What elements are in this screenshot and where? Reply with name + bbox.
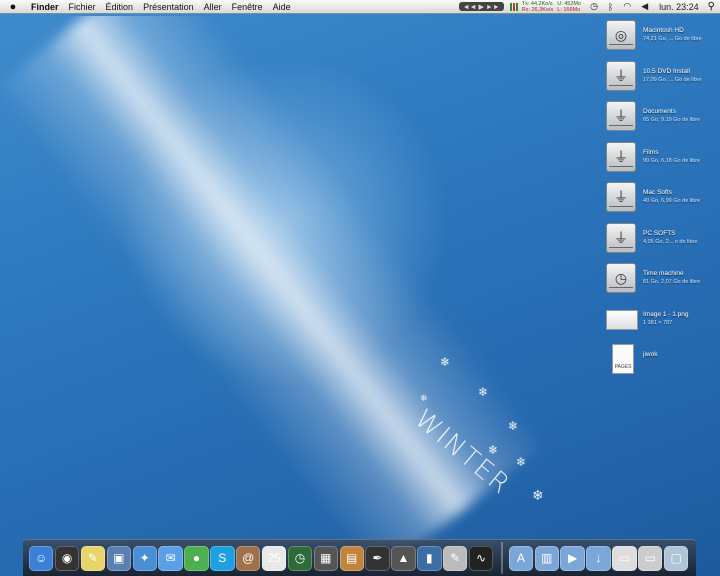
dock-window-stack-icon[interactable]: ▭ — [612, 545, 637, 571]
snowflake-icon: ❄ — [420, 393, 428, 403]
snowflake-icon: ❄ — [488, 443, 499, 457]
desktop-icon[interactable]: ⏚ PC SOFTS 4,05 Go, 2... o de libre — [604, 221, 720, 262]
menu-edition[interactable]: Édition — [101, 2, 139, 12]
dock-screenshot-icon[interactable]: ▭ — [638, 545, 663, 571]
menu-presentation[interactable]: Présentation — [138, 2, 199, 12]
time-machine-menu-icon[interactable]: ◷ — [585, 1, 603, 12]
desktop-icon-label: Time machine — [643, 270, 684, 277]
media-controls[interactable]: ◄◄ ▶ ►► — [458, 2, 504, 11]
desktop-icon-info: 40 Go, 6,99 Go de libre — [643, 198, 701, 204]
hard-disk-icon: ◎ — [606, 20, 636, 50]
dock: ☺ ◉ ✎ ▣ ✦ ✉ ● S @25 ◷ ▦ ▤ ✒ ▲ ▮ ✎ ∿ A ▥ ▶ ↓ ▭ ▭ ▢ — [23, 539, 696, 576]
dock-skype-icon[interactable]: S — [210, 545, 235, 571]
menu-fenetre[interactable]: Fenêtre — [227, 2, 268, 12]
desktop-icon-label: 10.5 DVD Install — [643, 67, 690, 75]
desktop-icon-info: 81 Go, 2,07 Go de libre — [643, 279, 701, 285]
pages-document-icon: PAGES — [612, 344, 634, 374]
dock-safari-icon[interactable]: ✦ — [132, 545, 157, 571]
mem-free: L: 166Mo — [557, 6, 581, 13]
dock-ical-icon[interactable]: 25 — [261, 545, 287, 571]
desktop-icon[interactable]: ⏚ Mac Softs 40 Go, 6,99 Go de libre — [604, 180, 720, 221]
desktop-icon[interactable]: ◷ Time machine 81 Go, 2,07 Go de libre — [604, 261, 720, 302]
dock-documents-folder-icon[interactable]: ▥ — [534, 545, 559, 571]
dock-aperture-icon[interactable]: ✒ — [365, 545, 390, 571]
desktop-icon-label: Films — [643, 148, 659, 156]
desktop-icon-info: 65 Go, 9,19 Go de libre — [643, 117, 701, 123]
desktop-icon[interactable]: ⏚ 10.5 DVD Install 17,09 Go, ... Go de lib… — [604, 59, 720, 100]
dock-numbers-icon[interactable]: ▮ — [417, 545, 442, 571]
desktop-icon[interactable]: ⏚ Films 90 Go, 6,18 Go de libre — [604, 140, 720, 181]
menu-bar: ● Finder Fichier Édition Présentation Al… — [0, 0, 720, 14]
desktop-icon-label: Macintosh HD — [643, 27, 684, 34]
desktop-icon-info: 4,05 Go, 2... o de libre — [643, 238, 698, 245]
menu-aide[interactable]: Aide — [268, 2, 296, 12]
dock-ichat-icon[interactable]: ✉ — [158, 545, 183, 571]
dock-downloads-folder-icon[interactable]: ↓ — [586, 545, 611, 571]
snowflake-icon: ❄ — [532, 487, 544, 503]
dock-activity-monitor-icon[interactable]: ∿ — [468, 545, 494, 571]
usb-drive-icon: ⏚ — [606, 101, 636, 131]
dock-separator — [500, 542, 503, 574]
time-machine-disk-icon: ◷ — [606, 263, 636, 293]
dock-dashboard-icon[interactable]: ◉ — [54, 545, 80, 571]
dock-movies-folder-icon[interactable]: ▶ — [560, 545, 585, 571]
desktop-icon[interactable]: ◎ Macintosh HD 74,21 Go, ... Go de libre — [604, 18, 720, 59]
snowflake-icon: ❄ — [508, 419, 519, 433]
desktop-icon-label: jiwok — [643, 351, 658, 358]
dock-photo-booth-icon[interactable]: ▦ — [313, 545, 338, 571]
dock-preview-icon[interactable]: ▣ — [106, 545, 131, 571]
desktop-icons: ◎ Macintosh HD 74,21 Go, ... Go de libre ⏚ 1… — [604, 18, 720, 383]
desktop-icon[interactable]: PAGES jiwok — [604, 342, 720, 383]
bluetooth-icon[interactable]: ᛒ — [603, 2, 618, 12]
desktop-icon-info: 17,09 Go, ... Go de libre — [643, 76, 702, 83]
desktop-icon-info: 90 Go, 6,18 Go de libre — [643, 157, 701, 164]
desktop-icon[interactable]: ⏚ Documents 65 Go, 9,19 Go de libre — [604, 99, 720, 140]
menu-finder[interactable]: Finder — [26, 2, 64, 12]
dock-finder-icon[interactable]: ☺ — [29, 545, 54, 571]
desktop-icon-label: PC SOFTS — [643, 229, 676, 237]
spotlight-search-icon[interactable]: ⚲ — [703, 1, 720, 12]
menu-clock[interactable]: lun. 23:24 — [653, 2, 703, 12]
dock-time-machine-icon[interactable]: ◷ — [287, 545, 313, 571]
desktop-icon-info: 1 381 × 787 — [643, 319, 673, 326]
menu-extras: ◄◄ ▶ ►► Tx: 44,2Ko/s Rx: 26,3Ko/s U: 452… — [458, 0, 720, 13]
desktop-icon-label: Image 1 - 1.png — [643, 310, 689, 318]
volume-icon[interactable]: ◀ — [636, 1, 653, 12]
snowflake-icon: ❄ — [440, 355, 451, 369]
memory-monitor[interactable]: U: 452Mo L: 166Mo — [557, 1, 581, 13]
document-badge: PAGES — [614, 364, 632, 370]
net-rx: Rx: 26,3Ko/s — [521, 6, 554, 13]
cpu-meter[interactable] — [509, 2, 518, 11]
dock-address-book-icon[interactable]: @ — [236, 545, 261, 571]
usb-drive-icon: ⏚ — [606, 60, 636, 91]
snowflake-icon: ❄ — [478, 385, 489, 399]
desktop-icon-label: Documents — [643, 108, 676, 115]
desktop-icon-info: 74,21 Go, ... Go de libre — [643, 36, 702, 42]
apple-menu-icon[interactable]: ● — [0, 1, 26, 13]
dock-stickies-icon[interactable]: ✎ — [80, 545, 106, 571]
dock-textedit-icon[interactable]: ✎ — [443, 545, 468, 571]
usb-drive-icon: ⏚ — [606, 222, 636, 253]
dock-applications-folder-icon[interactable]: A — [508, 545, 534, 571]
usb-drive-icon: ⏚ — [606, 182, 636, 212]
dock-keynote-icon[interactable]: ▲ — [391, 545, 416, 571]
image-file-icon — [606, 309, 638, 330]
snowflake-icon: ❄ — [516, 455, 527, 469]
menu-fichier[interactable]: Fichier — [64, 2, 101, 12]
desktop-icon[interactable]: Image 1 - 1.png 1 381 × 787 — [604, 302, 720, 343]
menu-aller[interactable]: Aller — [199, 2, 227, 12]
desktop-icon-label: Mac Softs — [643, 189, 672, 196]
usb-drive-icon: ⏚ — [606, 141, 636, 172]
wifi-icon[interactable]: ◠ — [618, 1, 636, 12]
network-monitor[interactable]: Tx: 44,2Ko/s Rx: 26,3Ko/s — [522, 1, 554, 13]
dock-trash-icon[interactable]: ▢ — [663, 545, 689, 571]
dock-iphoto-icon[interactable]: ▤ — [339, 545, 364, 571]
dock-adium-icon[interactable]: ● — [184, 545, 209, 571]
